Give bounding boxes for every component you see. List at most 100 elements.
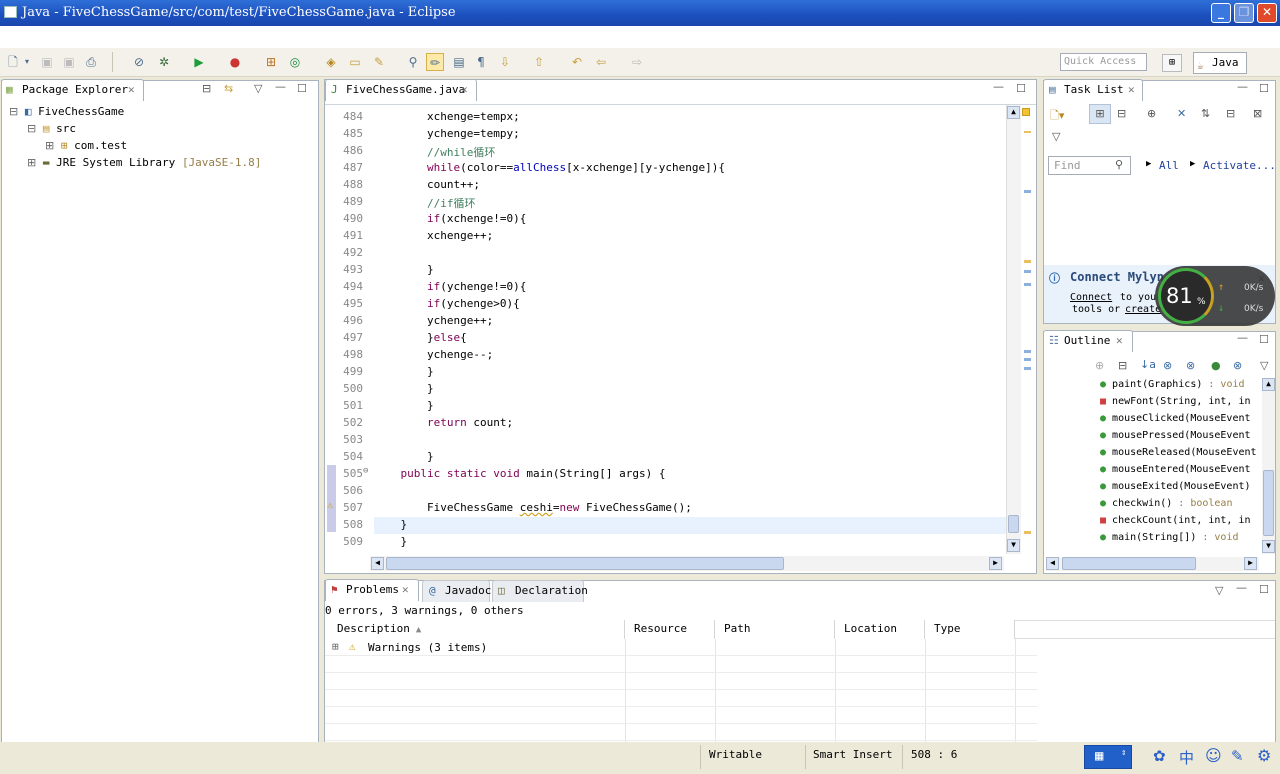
link-with-editor-icon[interactable]: ⇆ (224, 82, 233, 95)
focus-on-workweek-icon[interactable]: ✕ (1177, 107, 1186, 120)
search-icon[interactable]: ⚲ (404, 53, 422, 71)
close-tab-icon[interactable]: ✕ (461, 80, 468, 100)
scroll-down-icon[interactable]: ▼ (1007, 539, 1020, 552)
new-icon[interactable]: 🗋 (4, 53, 22, 71)
outline-item[interactable]: ● main(String[]) : void (1100, 532, 1260, 543)
code-line[interactable]: if(xchenge!=0){ (374, 212, 526, 225)
tab-declaration[interactable]: ◫ Declaration (492, 580, 588, 602)
open-perspective-icon[interactable]: ⊞ (1162, 54, 1182, 72)
maximize-button[interactable]: ❐ (1234, 3, 1254, 23)
previous-annotation-icon[interactable]: ⇧ (530, 53, 548, 71)
new-package-icon[interactable]: ◎ (286, 53, 304, 71)
save-icon[interactable]: ▣ (38, 53, 56, 71)
scroll-thumb[interactable] (1263, 470, 1274, 536)
print-icon[interactable]: ⎙ (82, 53, 100, 71)
hide-fields-icon[interactable]: ⊗ (1163, 359, 1172, 372)
expand-icon[interactable]: ⊞ (27, 156, 36, 169)
tab-editor-file[interactable]: J FiveChessGame.java ✕ (325, 79, 477, 101)
smiley-icon[interactable]: ☺ (1205, 746, 1222, 765)
sort-icon[interactable]: ↓a (1140, 358, 1156, 371)
outline-item[interactable]: ● mouseEntered(MouseEvent (1100, 464, 1260, 475)
minimize-button[interactable]: _ (1211, 3, 1231, 23)
minimize-view-icon[interactable]: — (1237, 331, 1248, 344)
column-header-type[interactable]: Type (925, 620, 1015, 639)
close-button[interactable]: ✕ (1257, 3, 1277, 23)
run-icon[interactable]: ▶ (190, 53, 208, 71)
synchronize-icon[interactable]: ⇅ (1201, 107, 1210, 120)
close-tab-icon[interactable]: ✕ (402, 580, 409, 600)
code-line[interactable]: } (374, 382, 434, 395)
close-tab-icon[interactable]: ✕ (128, 80, 135, 100)
code-line[interactable]: return count; (374, 416, 513, 429)
scroll-up-icon[interactable]: ▲ (1262, 378, 1275, 391)
focus-icon[interactable]: ⊕ (1095, 359, 1104, 372)
skip-breakpoints-icon[interactable]: ⊘ (130, 53, 148, 71)
debug-icon[interactable]: ✲ (155, 53, 173, 71)
new-task-icon[interactable]: 🗋▾ (1050, 107, 1064, 126)
next-annotation-icon[interactable]: ⇩ (496, 53, 514, 71)
code-line[interactable]: } (374, 263, 434, 276)
maximize-view-icon[interactable]: ☐ (1016, 82, 1026, 95)
ime-keyboard-button[interactable]: ▦ ⇕ (1084, 745, 1132, 769)
scroll-left-icon[interactable]: ◀ (371, 557, 384, 570)
maximize-view-icon[interactable]: ☐ (297, 82, 307, 95)
connect-link[interactable]: Connect (1070, 292, 1112, 303)
maximize-view-icon[interactable]: ☐ (1259, 82, 1269, 95)
quick-access-input[interactable]: Quick Access (1060, 53, 1147, 71)
code-line[interactable]: while(color==allChess[x-xchenge][y-ychen… (374, 161, 725, 174)
outline-item[interactable]: ● checkwin() : boolean (1100, 498, 1260, 509)
overview-warning-icon[interactable] (1022, 108, 1030, 116)
new-dropdown-icon[interactable]: ▾ (22, 53, 32, 71)
tab-javadoc[interactable]: @ Javadoc (422, 580, 491, 602)
collapse-icon[interactable]: ⊟ (9, 105, 18, 118)
back-icon[interactable]: ⇦ (592, 53, 610, 71)
column-header-resource[interactable]: Resource (625, 620, 715, 639)
settings-gear-icon[interactable]: ⚙ (1257, 746, 1271, 765)
maximize-view-icon[interactable]: ☐ (1259, 333, 1269, 346)
code-line[interactable]: //if循环 (374, 195, 476, 211)
hide-completed-icon[interactable]: ⊕ (1147, 107, 1156, 120)
link-icon[interactable]: ⊠ (1253, 107, 1262, 120)
code-line[interactable]: ychenge++; (374, 314, 493, 327)
code-line[interactable]: } (374, 365, 434, 378)
new-class-icon[interactable]: ◈ (322, 53, 340, 71)
pen-icon[interactable]: ✎ (1231, 747, 1244, 765)
task-find-input[interactable]: Find ⚲ (1048, 156, 1131, 175)
open-type-icon[interactable]: ▭ (346, 53, 364, 71)
forward-icon[interactable]: ⇨ (628, 53, 646, 71)
column-header-location[interactable]: Location (835, 620, 925, 639)
collapse-all-icon[interactable]: ⊟ (1226, 107, 1235, 120)
categorized-icon[interactable]: ⊞ (1089, 104, 1111, 124)
mark-occurrences-icon[interactable]: ✏ (426, 53, 444, 71)
tab-problems[interactable]: ⚑ Problems ✕ (325, 579, 419, 601)
view-menu-icon[interactable]: ▽ (1052, 130, 1060, 143)
tree-item-package[interactable]: ⊞ ⊞ com.test (45, 139, 127, 152)
code-line[interactable]: if(ychenge>0){ (374, 297, 520, 310)
column-header-description[interactable]: Description ▲ (325, 620, 625, 639)
all-tasks-link[interactable]: All (1159, 159, 1179, 172)
scroll-left-icon[interactable]: ◀ (1046, 557, 1059, 570)
code-line[interactable]: xchenge++; (374, 229, 493, 242)
code-line[interactable]: count++; (374, 178, 480, 191)
code-line[interactable]: } (374, 518, 407, 531)
editor-vertical-scrollbar[interactable] (1006, 105, 1021, 554)
fold-icon[interactable]: ⊖ (363, 466, 368, 476)
minimize-view-icon[interactable]: — (1237, 80, 1248, 93)
scheduled-icon[interactable]: ⊟ (1117, 107, 1126, 120)
ime-chinese-mode[interactable]: 中 (1179, 747, 1194, 768)
hide-local-types-icon[interactable]: ⊗ (1233, 359, 1242, 372)
scroll-right-icon[interactable]: ▶ (1244, 557, 1257, 570)
minimize-view-icon[interactable]: — (275, 80, 286, 93)
scroll-thumb[interactable] (1062, 557, 1196, 570)
view-menu-icon[interactable]: ▽ (1260, 359, 1268, 372)
tree-item-project[interactable]: ⊟ ◧ FiveChessGame (9, 105, 124, 118)
code-line[interactable]: } (374, 535, 407, 548)
view-menu-icon[interactable]: ▽ (1215, 584, 1223, 597)
collapse-all-icon[interactable]: ⊟ (1118, 359, 1127, 372)
collapse-all-icon[interactable]: ⊟ (202, 82, 211, 95)
scroll-thumb[interactable] (386, 557, 784, 570)
minimize-view-icon[interactable]: — (1236, 581, 1247, 594)
expand-icon[interactable]: ⊞ (332, 640, 339, 653)
hide-nonpublic-icon[interactable]: ● (1211, 359, 1221, 372)
tab-package-explorer[interactable]: ▦ Package Explorer ✕ (1, 79, 144, 101)
